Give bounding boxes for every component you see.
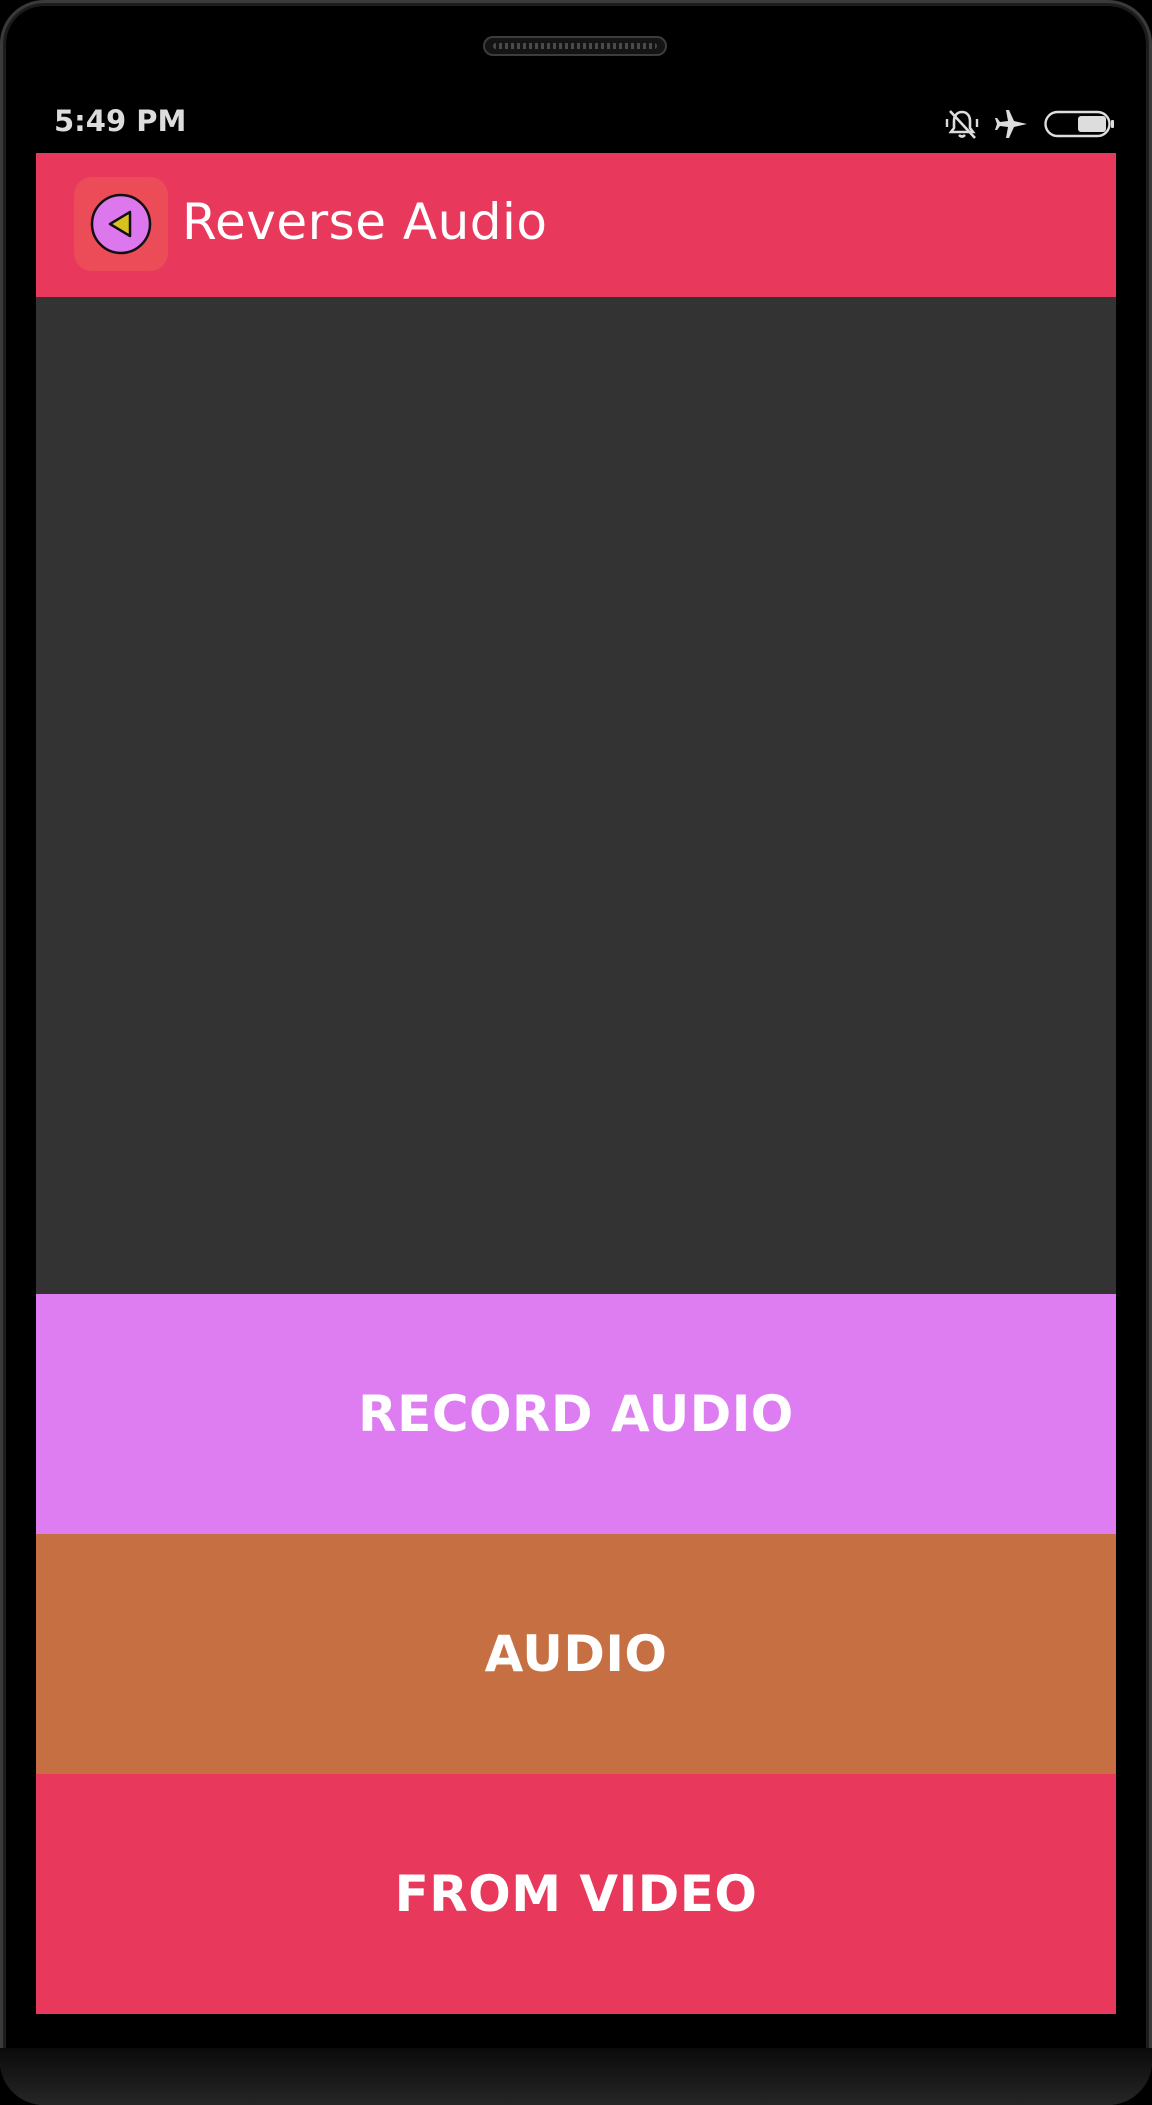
audio-button[interactable]: AUDIO bbox=[36, 1534, 1116, 1774]
reverse-play-icon bbox=[74, 177, 168, 271]
app-bar: Reverse Audio bbox=[36, 153, 1116, 297]
status-time: 5:49 PM bbox=[54, 104, 187, 138]
record-audio-button[interactable]: RECORD AUDIO bbox=[36, 1294, 1116, 1534]
content-area bbox=[36, 297, 1116, 1294]
app-screen: Reverse Audio RECORD AUDIO AUDIO FROM VI… bbox=[36, 153, 1116, 2014]
bottom-bezel bbox=[0, 2048, 1152, 2105]
vibrate-bell-off-icon bbox=[944, 106, 980, 142]
status-icons bbox=[944, 104, 1116, 144]
earpiece-speaker bbox=[483, 36, 667, 56]
status-bar: 5:49 PM bbox=[36, 100, 1116, 152]
battery-icon bbox=[1044, 109, 1116, 139]
phone-frame: 5:49 PM Reverse Audio RECORD AUDIO AUDIO… bbox=[0, 0, 1152, 2105]
airplane-icon bbox=[994, 106, 1030, 142]
app-title: Reverse Audio bbox=[182, 193, 548, 251]
from-video-button[interactable]: FROM VIDEO bbox=[36, 1774, 1116, 2014]
